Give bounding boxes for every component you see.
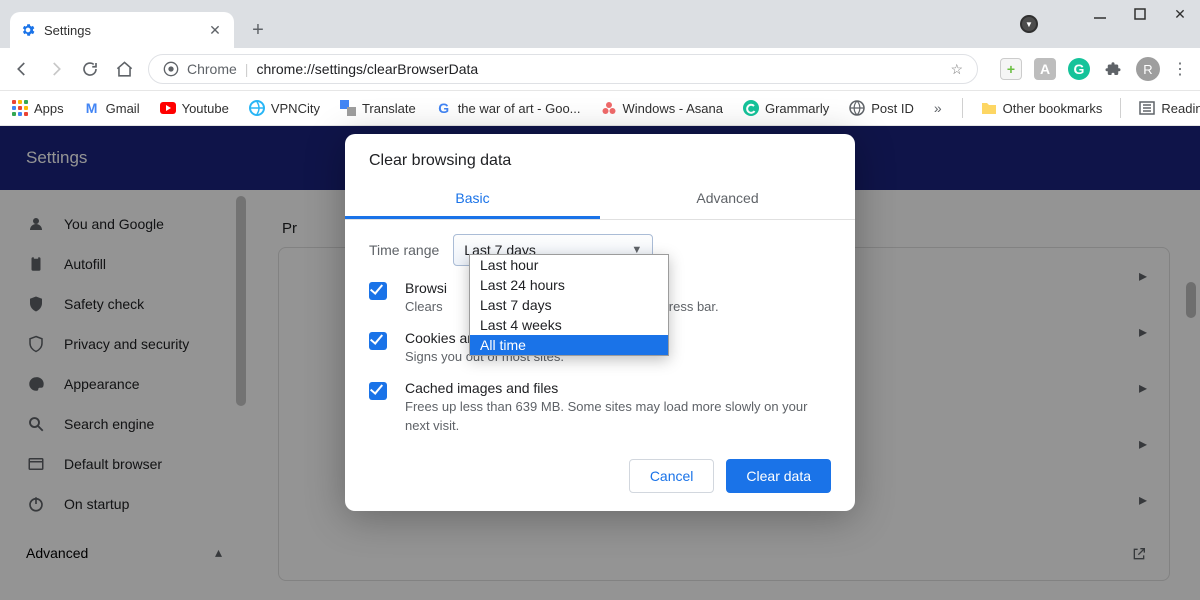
reload-icon[interactable] (80, 59, 100, 79)
bookmark-label: Post ID (871, 101, 914, 116)
time-range-option-highlighted[interactable]: All time (470, 335, 668, 355)
bookmark-label: Reading list (1161, 101, 1200, 116)
globe-icon (849, 100, 865, 116)
address-bar[interactable]: Chrome | chrome://settings/clearBrowserD… (148, 54, 978, 84)
folder-icon (981, 100, 997, 116)
window-close-icon[interactable]: ✕ (1172, 6, 1188, 22)
profile-avatar[interactable]: R (1136, 57, 1160, 81)
bookmark-item[interactable]: Post ID (849, 100, 914, 116)
bookmark-label: Grammarly (765, 101, 829, 116)
bookmark-item[interactable]: G the war of art - Goo... (436, 100, 581, 116)
gear-icon (20, 22, 36, 38)
bookmark-label: Gmail (106, 101, 140, 116)
clear-data-button[interactable]: Clear data (726, 459, 831, 493)
bookmark-separator (962, 98, 963, 118)
browser-menu-icon[interactable]: ⋮ (1172, 59, 1188, 79)
home-icon[interactable] (114, 59, 134, 79)
bookmark-item[interactable]: Windows - Asana (601, 100, 723, 116)
time-range-option[interactable]: Last 7 days (470, 295, 668, 315)
extension-grammarly-icon[interactable]: G (1068, 58, 1090, 80)
extensions-menu-icon[interactable] (1102, 58, 1124, 80)
extension-icon[interactable]: + (1000, 58, 1022, 80)
time-range-option[interactable]: Last 4 weeks (470, 315, 668, 335)
youtube-icon (160, 100, 176, 116)
bookmark-label: the war of art - Goo... (458, 101, 581, 116)
check-row-cache: Cached images and files Frees up less th… (345, 366, 855, 434)
reading-list-button[interactable]: Reading list (1139, 100, 1200, 116)
extensions-group: + A G R ⋮ (1000, 57, 1188, 81)
profile-indicator-icon[interactable] (1020, 15, 1038, 33)
bookmark-other[interactable]: Other bookmarks (981, 100, 1103, 116)
check-description: Frees up less than 639 MB. Some sites ma… (405, 398, 831, 434)
url-origin-label: Chrome (187, 61, 237, 77)
clear-browsing-data-dialog: Clear browsing data Basic Advanced Time … (345, 134, 855, 511)
bookmark-label: Youtube (182, 101, 229, 116)
browser-tab-active[interactable]: Settings ✕ (10, 12, 234, 48)
nav-back-icon[interactable] (12, 59, 32, 79)
bookmarks-overflow-icon[interactable]: » (934, 100, 942, 116)
checkbox-browsing-history[interactable] (369, 282, 387, 300)
browser-toolbar: Chrome | chrome://settings/clearBrowserD… (0, 48, 1200, 90)
cancel-button[interactable]: Cancel (629, 459, 715, 493)
time-range-option[interactable]: Last 24 hours (470, 275, 668, 295)
bookmark-item[interactable]: Youtube (160, 100, 229, 116)
bookmark-label: VPNCity (271, 101, 320, 116)
bookmark-label: Translate (362, 101, 416, 116)
url-path: chrome://settings/clearBrowserData (256, 61, 478, 77)
site-info-icon[interactable] (163, 61, 179, 77)
new-tab-button[interactable]: + (244, 16, 272, 44)
tab-title: Settings (44, 23, 91, 38)
asana-icon (601, 100, 617, 116)
bookmark-apps[interactable]: Apps (12, 100, 64, 116)
google-g-icon: G (436, 100, 452, 116)
bookmark-label: Apps (34, 101, 64, 116)
reading-list-icon (1139, 100, 1155, 116)
bookmark-item[interactable]: M Gmail (84, 100, 140, 116)
window-titlebar: Settings ✕ + ✕ (0, 0, 1200, 48)
tab-advanced[interactable]: Advanced (600, 180, 855, 219)
window-maximize-icon[interactable] (1132, 6, 1148, 22)
extension-icon[interactable]: A (1034, 58, 1056, 80)
tab-basic[interactable]: Basic (345, 180, 600, 219)
bookmark-label: Other bookmarks (1003, 101, 1103, 116)
bookmark-item[interactable]: Translate (340, 100, 416, 116)
time-range-label: Time range (369, 242, 439, 258)
url-divider: | (245, 61, 249, 77)
bookmark-label: Windows - Asana (623, 101, 723, 116)
bookmark-separator (1120, 98, 1121, 118)
window-minimize-icon[interactable] (1092, 6, 1108, 22)
gmail-icon: M (84, 100, 100, 116)
bookmark-item[interactable]: VPNCity (249, 100, 320, 116)
time-range-option[interactable]: Last hour (470, 255, 668, 275)
vpncity-icon (249, 100, 265, 116)
dialog-title: Clear browsing data (345, 134, 855, 180)
bookmarks-bar: Apps M Gmail Youtube VPNCity Translate G… (0, 90, 1200, 126)
translate-icon (340, 100, 356, 116)
time-range-dropdown: Last hour Last 24 hours Last 7 days Last… (469, 254, 669, 356)
close-tab-icon[interactable]: ✕ (206, 21, 224, 39)
bookmark-star-icon[interactable]: ☆ (950, 61, 963, 78)
check-title: Cached images and files (405, 380, 831, 396)
apps-grid-icon (12, 100, 28, 116)
checkbox-cookies[interactable] (369, 332, 387, 350)
grammarly-icon (743, 100, 759, 116)
nav-forward-icon[interactable] (46, 59, 66, 79)
bookmark-item[interactable]: Grammarly (743, 100, 829, 116)
checkbox-cache[interactable] (369, 382, 387, 400)
dialog-tabs: Basic Advanced (345, 180, 855, 220)
